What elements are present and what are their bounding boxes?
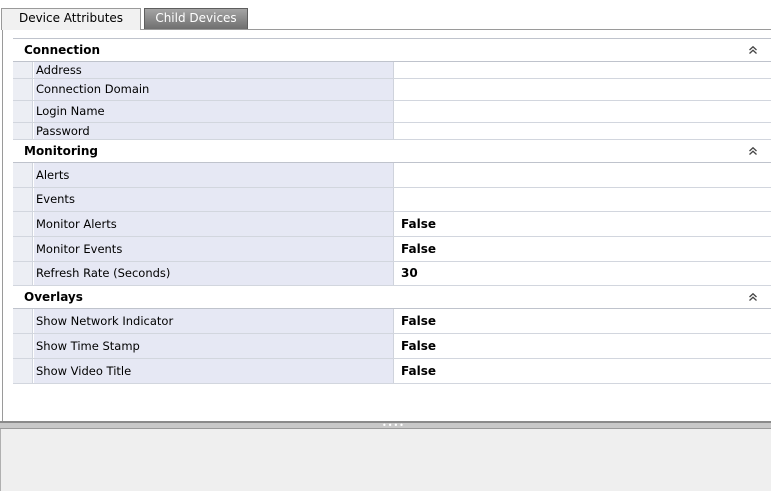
property-row-events[interactable]: Events bbox=[13, 188, 771, 212]
property-row-password[interactable]: Password bbox=[13, 123, 771, 140]
property-name: Password bbox=[34, 123, 394, 139]
property-name: Show Network Indicator bbox=[34, 309, 394, 333]
property-value-field[interactable]: False bbox=[395, 212, 771, 236]
property-value-field[interactable] bbox=[395, 163, 771, 187]
property-name: Alerts bbox=[34, 163, 394, 187]
row-margin bbox=[13, 62, 33, 78]
property-name: Show Time Stamp bbox=[34, 334, 394, 358]
row-margin bbox=[13, 262, 33, 285]
property-name: Monitor Events bbox=[34, 237, 394, 261]
property-name: Monitor Alerts bbox=[34, 212, 394, 236]
property-value-field[interactable] bbox=[395, 123, 771, 139]
category-label: Connection bbox=[24, 43, 101, 57]
category-label: Overlays bbox=[24, 290, 83, 304]
property-name: Refresh Rate (Seconds) bbox=[34, 262, 394, 285]
property-value-field[interactable]: False bbox=[395, 359, 771, 383]
property-row-show-time-stamp[interactable]: Show Time Stamp False bbox=[13, 334, 771, 359]
splitter-handle[interactable]: •••• bbox=[0, 421, 771, 430]
row-margin bbox=[13, 163, 33, 187]
description-pane bbox=[0, 429, 771, 491]
double-chevron-up-icon[interactable] bbox=[748, 146, 758, 158]
row-margin bbox=[13, 212, 33, 236]
property-row-monitor-alerts[interactable]: Monitor Alerts False bbox=[13, 212, 771, 237]
property-grid: Connection Address Connection Domain Log… bbox=[13, 38, 771, 384]
row-margin bbox=[13, 237, 33, 261]
property-value-field[interactable] bbox=[395, 79, 771, 100]
property-value-field[interactable]: False bbox=[395, 309, 771, 333]
category-label: Monitoring bbox=[24, 144, 98, 158]
row-margin bbox=[13, 101, 33, 122]
property-value-field[interactable]: False bbox=[395, 237, 771, 261]
property-name: Address bbox=[34, 62, 394, 78]
property-grid-panel: Connection Address Connection Domain Log… bbox=[2, 29, 771, 421]
property-name: Show Video Title bbox=[34, 359, 394, 383]
row-margin bbox=[13, 359, 33, 383]
property-name: Login Name bbox=[34, 101, 394, 122]
property-value-field[interactable]: 30 bbox=[395, 262, 771, 285]
row-margin bbox=[13, 334, 33, 358]
property-row-show-video-title[interactable]: Show Video Title False bbox=[13, 359, 771, 384]
tab-child-devices[interactable]: Child Devices bbox=[144, 8, 248, 29]
property-name: Connection Domain bbox=[34, 79, 394, 100]
property-value-field[interactable] bbox=[395, 62, 771, 78]
category-monitoring[interactable]: Monitoring bbox=[13, 140, 771, 163]
row-margin bbox=[13, 79, 33, 100]
property-value-field[interactable] bbox=[395, 101, 771, 122]
property-row-monitor-events[interactable]: Monitor Events False bbox=[13, 237, 771, 262]
tab-strip: Device Attributes Child Devices bbox=[0, 0, 771, 30]
property-row-alerts[interactable]: Alerts bbox=[13, 163, 771, 188]
category-overlays[interactable]: Overlays bbox=[13, 286, 771, 309]
property-row-connection-domain[interactable]: Connection Domain bbox=[13, 79, 771, 101]
property-value-field[interactable]: False bbox=[395, 334, 771, 358]
double-chevron-up-icon[interactable] bbox=[748, 292, 758, 304]
row-margin bbox=[13, 309, 33, 333]
property-value-field[interactable] bbox=[395, 188, 771, 211]
property-row-refresh-rate[interactable]: Refresh Rate (Seconds) 30 bbox=[13, 262, 771, 286]
row-margin bbox=[13, 123, 33, 139]
row-margin bbox=[13, 188, 33, 211]
property-row-show-network-indicator[interactable]: Show Network Indicator False bbox=[13, 309, 771, 334]
property-row-login-name[interactable]: Login Name bbox=[13, 101, 771, 123]
tab-device-attributes[interactable]: Device Attributes bbox=[1, 8, 141, 30]
category-connection[interactable]: Connection bbox=[13, 39, 771, 62]
property-row-address[interactable]: Address bbox=[13, 62, 771, 79]
property-name: Events bbox=[34, 188, 394, 211]
double-chevron-up-icon[interactable] bbox=[748, 45, 758, 57]
